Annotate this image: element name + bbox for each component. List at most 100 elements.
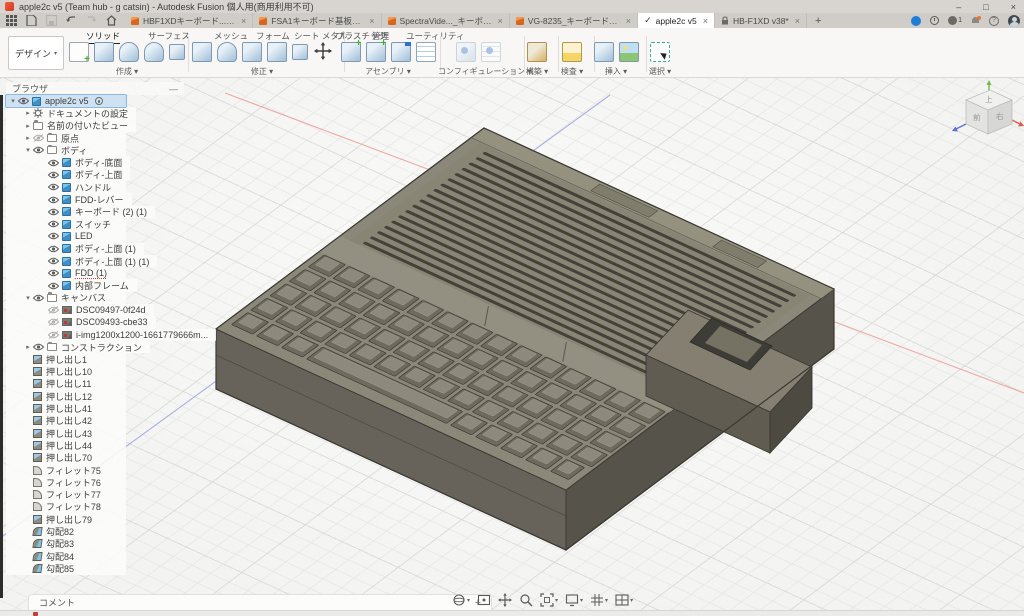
visibility-eye-icon[interactable]	[48, 183, 59, 191]
browser-item-押し出し70[interactable]: 押し出し70	[6, 452, 126, 464]
group-caption-検査[interactable]: 検査 ▾	[556, 66, 588, 77]
group-caption-修正[interactable]: 修正 ▾	[186, 66, 338, 77]
visibility-eye-icon[interactable]	[48, 232, 59, 240]
group-caption-選択[interactable]: 選択 ▾	[644, 66, 676, 77]
browser-item-i-img1200x1200-1661779666m...[interactable]: i-img1200x1200-1661779666m...	[6, 329, 216, 341]
help-icon[interactable]: ?	[989, 16, 999, 26]
browser-item-ドキュメントの設定[interactable]: ▸ドキュメントの設定	[6, 107, 136, 119]
recent-clock-icon[interactable]	[930, 16, 939, 25]
visibility-eye-icon[interactable]	[48, 282, 59, 290]
browser-item-勾配85[interactable]: 勾配85	[6, 562, 126, 574]
look-at-icon[interactable]	[477, 593, 491, 607]
document-tab-3[interactable]: SpectraVide..._キーボード基板 v6×	[382, 13, 510, 28]
browser-item-フィレット78[interactable]: フィレット78	[6, 501, 126, 513]
grid-layout-icon[interactable]: ▾	[590, 593, 608, 607]
browser-item-勾配83[interactable]: 勾配83	[6, 538, 126, 550]
browser-item-キーボード (2) (1)[interactable]: キーボード (2) (1)	[6, 206, 155, 218]
tree-caret-icon[interactable]: ▸	[23, 122, 33, 130]
visibility-eye-icon[interactable]	[33, 146, 44, 154]
document-tab-2[interactable]: FSA1キーボード基板_2 v7*×	[253, 13, 381, 28]
browser-collapse-button[interactable]: —	[169, 84, 178, 94]
browser-item-押し出し12[interactable]: 押し出し12	[6, 390, 126, 402]
pan-icon[interactable]	[498, 593, 512, 607]
browser-item-押し出し44[interactable]: 押し出し44	[6, 439, 126, 451]
browser-item-名前の付いたビュー[interactable]: ▸名前の付いたビュー	[6, 120, 136, 132]
extrude-icon[interactable]	[94, 42, 114, 62]
browser-item-押し出し1[interactable]: 押し出し1	[6, 353, 126, 365]
browser-item-内部フレーム[interactable]: 内部フレーム	[6, 279, 137, 291]
file-menu-icon[interactable]	[26, 15, 37, 26]
visibility-eye-icon[interactable]	[48, 306, 59, 314]
activate-radio-icon[interactable]	[95, 97, 103, 105]
tab-close-icon[interactable]: ×	[369, 16, 374, 26]
primitive-icon[interactable]	[169, 44, 185, 60]
browser-item-押し出し79[interactable]: 押し出し79	[6, 513, 126, 525]
redo-icon[interactable]	[86, 15, 97, 26]
browser-item-勾配82[interactable]: 勾配82	[6, 525, 126, 537]
select-icon[interactable]	[650, 42, 670, 62]
browser-item-フィレット77[interactable]: フィレット77	[6, 489, 126, 501]
tree-caret-icon[interactable]: ▸	[23, 109, 33, 117]
visibility-eye-icon[interactable]	[33, 343, 44, 351]
browser-item-押し出し42[interactable]: 押し出し42	[6, 415, 126, 427]
visibility-eye-icon[interactable]	[48, 331, 59, 339]
browser-header[interactable]: ブラウザ —	[6, 82, 184, 95]
tab-close-icon[interactable]: ×	[241, 16, 246, 26]
new-component-icon[interactable]	[341, 42, 361, 62]
fillet-icon[interactable]	[217, 42, 237, 62]
config-table-icon[interactable]	[481, 42, 501, 62]
group-caption-コンフィギュレーション[interactable]: コンフィギュレーション ▾	[438, 66, 518, 77]
viewports-icon[interactable]: ▾	[615, 593, 633, 607]
revolve-icon[interactable]	[119, 42, 139, 62]
tree-caret-icon[interactable]: ▸	[23, 343, 33, 351]
measure-icon[interactable]	[562, 42, 582, 62]
document-tab-5[interactable]: ✓apple2c v5×	[638, 13, 715, 28]
browser-item-勾配84[interactable]: 勾配84	[6, 550, 126, 562]
browser-item-押し出し10[interactable]: 押し出し10	[6, 366, 126, 378]
visibility-eye-icon[interactable]	[33, 294, 44, 302]
group-caption-構築[interactable]: 構築 ▾	[522, 66, 552, 77]
browser-item-コンストラクション[interactable]: ▸コンストラクション	[6, 341, 150, 353]
insert-canvas-icon[interactable]	[594, 42, 614, 62]
visibility-eye-icon[interactable]	[48, 269, 59, 277]
browser-item-フィレット76[interactable]: フィレット76	[6, 476, 126, 488]
browser-item-FDD-レバー[interactable]: FDD-レバー	[6, 193, 132, 205]
document-tab-1[interactable]: HBF1XDキーボード...ed) (1) v8*×	[125, 13, 253, 28]
press-pull-icon[interactable]	[192, 42, 212, 62]
visibility-eye-icon[interactable]	[48, 257, 59, 265]
browser-item-DSC09497-0f24d[interactable]: DSC09497-0f24d	[6, 304, 154, 316]
combine-icon[interactable]	[292, 44, 308, 60]
workspace-selector[interactable]: デザイン▾	[8, 36, 64, 70]
tab-close-icon[interactable]: ×	[795, 16, 800, 26]
group-caption-挿入[interactable]: 挿入 ▾	[592, 66, 640, 77]
rigid-group-icon[interactable]	[391, 42, 411, 62]
save-icon[interactable]	[46, 15, 57, 26]
browser-item-押し出し41[interactable]: 押し出し41	[6, 402, 126, 414]
document-tab-4[interactable]: VG-8235_キーボード基板 v9*×	[510, 13, 638, 28]
tab-close-icon[interactable]: ×	[703, 16, 708, 26]
tab-close-icon[interactable]: ×	[626, 16, 631, 26]
browser-item-ボディ-上面 (1)[interactable]: ボディ-上面 (1)	[6, 243, 144, 255]
shell-icon[interactable]	[267, 42, 287, 62]
visibility-eye-icon[interactable]	[48, 208, 59, 216]
app-grid-icon[interactable]	[6, 15, 17, 26]
browser-item-LED[interactable]: LED	[6, 230, 126, 242]
visibility-eye-icon[interactable]	[48, 245, 59, 253]
construction-plane-icon[interactable]	[527, 42, 547, 62]
move-icon[interactable]	[313, 42, 333, 62]
browser-item-ボディ-上面 (1) (1)[interactable]: ボディ-上面 (1) (1)	[6, 255, 157, 267]
sketch-icon[interactable]	[69, 42, 89, 62]
browser-item-ボディ[interactable]: ▾ボディ	[6, 144, 126, 156]
browser-item-押し出し11[interactable]: 押し出し11	[6, 378, 126, 390]
home-icon[interactable]	[106, 15, 117, 26]
tree-caret-icon[interactable]: ▸	[23, 134, 33, 142]
browser-item-キャンバス[interactable]: ▾キャンバス	[6, 292, 126, 304]
tree-caret-icon[interactable]: ▾	[23, 294, 33, 302]
undo-icon[interactable]	[66, 15, 77, 26]
browser-item-apple2c v5[interactable]: ▾apple2c v5	[6, 95, 126, 107]
close-button[interactable]: ×	[1011, 2, 1016, 12]
sphere-icon[interactable]	[144, 42, 164, 62]
bom-table-icon[interactable]	[416, 42, 436, 62]
fit-icon[interactable]: ▾	[540, 593, 558, 607]
configuration-icon[interactable]	[456, 42, 476, 62]
